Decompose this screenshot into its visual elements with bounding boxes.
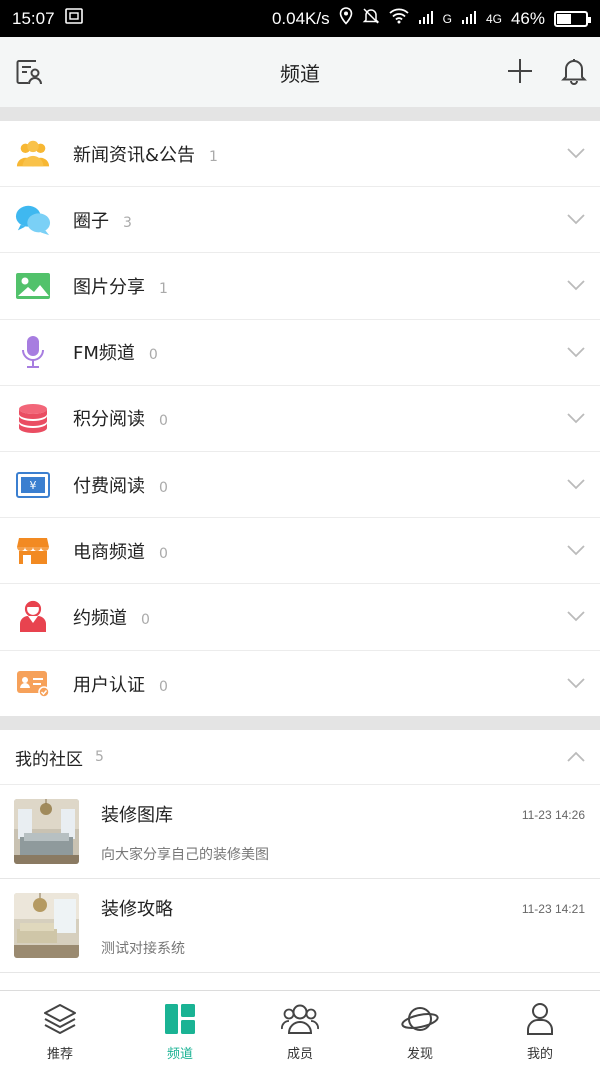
- channel-label: 新闻资讯&公告: [73, 144, 196, 166]
- profile-icon: [526, 1001, 554, 1037]
- channel-count: 0: [159, 413, 168, 430]
- tab-label: 推荐: [46, 1047, 73, 1062]
- layers-icon: [43, 1001, 77, 1037]
- channel-count: 3: [123, 214, 132, 231]
- person-dating-icon: [15, 599, 51, 635]
- channel-label: 圈子: [73, 210, 109, 232]
- channel-row-verification[interactable]: 用户认证 0: [0, 651, 600, 717]
- tab-discover[interactable]: 发现: [360, 991, 480, 1067]
- channel-count: 0: [159, 678, 168, 695]
- channel-count: 1: [159, 280, 168, 297]
- channel-label: FM频道: [73, 343, 135, 365]
- wifi-icon: [388, 8, 409, 29]
- status-bar: 15:07 0.04K/s G 4G 46%: [0, 0, 600, 37]
- chevron-down-icon[interactable]: [566, 144, 586, 163]
- header: 频道: [0, 37, 600, 107]
- shop-icon: [15, 533, 51, 569]
- chevron-down-icon[interactable]: [566, 607, 586, 626]
- id-card-icon: [15, 666, 51, 702]
- section-divider: [0, 716, 600, 730]
- signal-icon-2: [461, 9, 477, 29]
- tab-channels[interactable]: 频道: [120, 991, 240, 1067]
- tab-label: 成员: [286, 1047, 313, 1062]
- microphone-icon: [15, 334, 51, 370]
- people-icon: [15, 136, 51, 172]
- chat-bubbles-icon: [15, 202, 51, 238]
- channel-list: 新闻资讯&公告 1 圈子 3 图片分享 1 FM频道 0 积分阅读 0 ¥ 付费阅: [0, 121, 600, 717]
- members-icon: [281, 1001, 319, 1037]
- community-thumbnail: [14, 799, 79, 864]
- channel-row-dating[interactable]: 约频道 0: [0, 584, 600, 651]
- channel-count: 0: [159, 479, 168, 496]
- channel-row-paid-reading[interactable]: ¥ 付费阅读 0: [0, 452, 600, 519]
- tab-mine[interactable]: 我的: [480, 991, 600, 1067]
- channel-label: 电商频道: [73, 541, 145, 563]
- community-time: 11-23 14:21: [521, 902, 585, 916]
- channel-label: 图片分享: [73, 276, 145, 298]
- channel-row-circle[interactable]: 圈子 3: [0, 187, 600, 254]
- community-description: 测试对接系统: [101, 941, 185, 957]
- channel-count: 0: [159, 545, 168, 562]
- community-thumbnail: [14, 893, 79, 958]
- page-title: 频道: [280, 61, 320, 86]
- channel-row-fm[interactable]: FM频道 0: [0, 320, 600, 386]
- network-speed: 0.04K/s: [271, 8, 330, 28]
- channel-label: 用户认证: [73, 674, 145, 696]
- plus-icon[interactable]: [506, 57, 534, 89]
- svg-text:¥: ¥: [30, 479, 37, 492]
- channel-count: 0: [141, 611, 150, 628]
- battery-icon: [554, 10, 591, 27]
- location-icon: [339, 7, 353, 30]
- community-name: 装修图库: [101, 805, 173, 826]
- tab-recommend[interactable]: 推荐: [0, 991, 120, 1067]
- tab-members[interactable]: 成员: [240, 991, 360, 1067]
- screenshot-icon: [64, 8, 83, 29]
- chevron-up-icon[interactable]: [566, 748, 586, 767]
- community-name: 装修攻略: [101, 899, 173, 920]
- section-divider: [0, 107, 600, 121]
- battery-percent: 46%: [510, 8, 545, 28]
- yuan-card-icon: ¥: [15, 467, 51, 503]
- signal-icon: [418, 9, 434, 29]
- bell-icon[interactable]: [561, 57, 587, 89]
- my-community-count: 5: [95, 749, 104, 765]
- tab-label: 频道: [166, 1047, 193, 1062]
- planet-icon: [401, 1001, 439, 1037]
- status-time: 15:07: [12, 8, 55, 28]
- tab-label: 发现: [406, 1047, 433, 1062]
- contacts-icon[interactable]: [14, 57, 44, 91]
- chevron-down-icon[interactable]: [566, 343, 586, 362]
- channel-label: 约频道: [73, 607, 127, 629]
- my-community-header[interactable]: 我的社区 5: [0, 730, 600, 785]
- network-type-2: 4G: [485, 11, 502, 26]
- channel-label: 积分阅读: [73, 409, 145, 431]
- network-type-1: G: [442, 11, 452, 26]
- my-community-label: 我的社区: [15, 749, 83, 770]
- mute-icon: [362, 7, 380, 30]
- chevron-down-icon[interactable]: [566, 276, 586, 295]
- chevron-down-icon[interactable]: [566, 541, 586, 560]
- channel-label: 付费阅读: [73, 475, 145, 497]
- image-icon: [15, 268, 51, 304]
- channel-row-ecommerce[interactable]: 电商频道 0: [0, 518, 600, 585]
- channel-row-news[interactable]: 新闻资讯&公告 1: [0, 121, 600, 188]
- community-description: 向大家分享自己的装修美图: [101, 847, 269, 863]
- community-item[interactable]: 装修攻略 测试对接系统 11-23 14:21: [0, 879, 600, 973]
- community-item[interactable]: 装修图库 向大家分享自己的装修美图 11-23 14:26: [0, 785, 600, 879]
- chevron-down-icon[interactable]: [566, 210, 586, 229]
- channel-count: 1: [209, 148, 218, 165]
- chevron-down-icon[interactable]: [566, 409, 586, 428]
- chevron-down-icon[interactable]: [566, 475, 586, 494]
- grid-icon: [164, 1001, 196, 1037]
- chevron-down-icon[interactable]: [566, 674, 586, 693]
- channel-count: 0: [148, 347, 158, 364]
- bottom-tab-bar: 推荐 频道 成员 发现 我的: [0, 990, 600, 1067]
- channel-row-photos[interactable]: 图片分享 1: [0, 253, 600, 320]
- coin-stack-icon: [15, 400, 51, 436]
- tab-label: 我的: [526, 1047, 553, 1062]
- channel-row-points-reading[interactable]: 积分阅读 0: [0, 386, 600, 452]
- community-time: 11-23 14:26: [521, 808, 585, 822]
